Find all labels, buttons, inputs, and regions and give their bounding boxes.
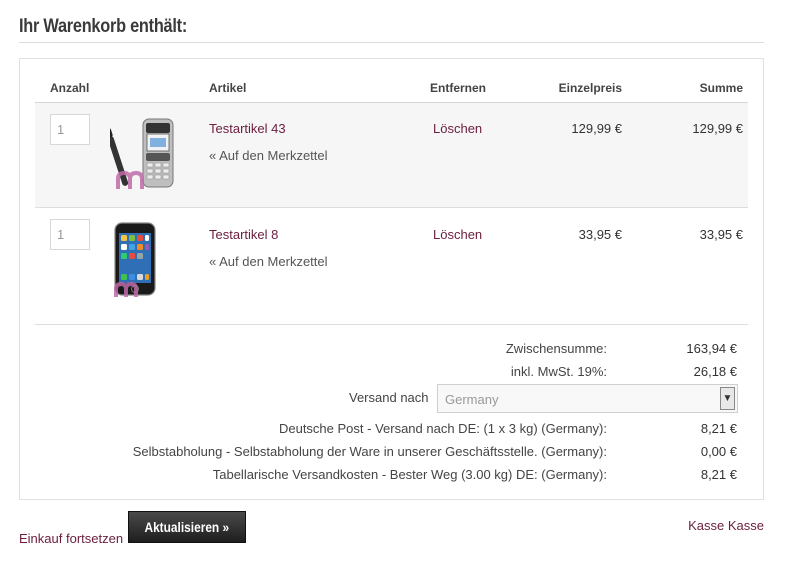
selected-country: Germany xyxy=(445,392,499,407)
line-total: 129,99 € xyxy=(692,121,743,136)
table-row: Testartikel 43 « Auf den Merkzettel Lösc… xyxy=(35,103,748,208)
update-cart-button[interactable]: Aktualisieren » xyxy=(128,511,246,543)
chevron-down-icon[interactable]: ▼ xyxy=(720,387,735,410)
shipping-country-label: Versand nach xyxy=(349,390,429,405)
tax-value: 26,18 € xyxy=(693,364,737,379)
quantity-input[interactable] xyxy=(50,114,90,145)
column-header-unit-price: Einzelpreis xyxy=(558,81,622,95)
column-header-quantity: Anzahl xyxy=(50,81,90,95)
product-link[interactable]: Testartikel 8 xyxy=(209,227,278,242)
unit-price: 129,99 € xyxy=(571,121,622,136)
tax-label: inkl. MwSt. 19%: xyxy=(510,364,607,379)
column-header-article: Artikel xyxy=(209,81,247,95)
shipping-method-value: 8,21 € xyxy=(700,467,737,482)
shipping-method-label: Tabellarische Versandkosten - Bester Weg… xyxy=(212,467,607,482)
checkout-link[interactable]: Kasse Kasse xyxy=(688,518,764,533)
page-title: Ihr Warenkorb enthält: xyxy=(19,16,188,37)
nokia-phone-image[interactable] xyxy=(110,115,180,195)
quantity-input[interactable] xyxy=(50,219,90,250)
unit-price: 33,95 € xyxy=(578,227,622,242)
wishlist-link[interactable]: « Auf den Merkzettel xyxy=(209,148,328,163)
table-row: Testartikel 8 « Auf den Merkzettel Lösch… xyxy=(35,209,748,325)
shipping-method-value: 0,00 € xyxy=(700,444,737,459)
column-header-total: Summe xyxy=(699,81,743,95)
wishlist-link[interactable]: « Auf den Merkzettel xyxy=(209,254,328,269)
product-link[interactable]: Testartikel 43 xyxy=(209,121,286,136)
subtotal-value: 163,94 € xyxy=(686,341,737,356)
remove-link[interactable]: Löschen xyxy=(433,121,482,136)
update-button-label: Aktualisieren » xyxy=(144,519,230,535)
continue-shopping-link[interactable]: Einkauf fortsetzen xyxy=(19,531,123,546)
shipping-method-value: 8,21 € xyxy=(700,421,737,436)
smartphone-image[interactable] xyxy=(110,221,180,301)
shipping-country-select[interactable]: Germany ▼ xyxy=(437,384,738,413)
shipping-method-label: Selbstabholung - Selbstabholung der Ware… xyxy=(132,444,607,459)
remove-link[interactable]: Löschen xyxy=(433,227,482,242)
subtotal-label: Zwischensumme: xyxy=(505,341,607,356)
title-divider xyxy=(19,42,764,43)
line-total: 33,95 € xyxy=(699,227,743,242)
shipping-method-label: Deutsche Post - Versand nach DE: (1 x 3 … xyxy=(278,421,607,436)
column-header-remove: Entfernen xyxy=(430,81,487,95)
